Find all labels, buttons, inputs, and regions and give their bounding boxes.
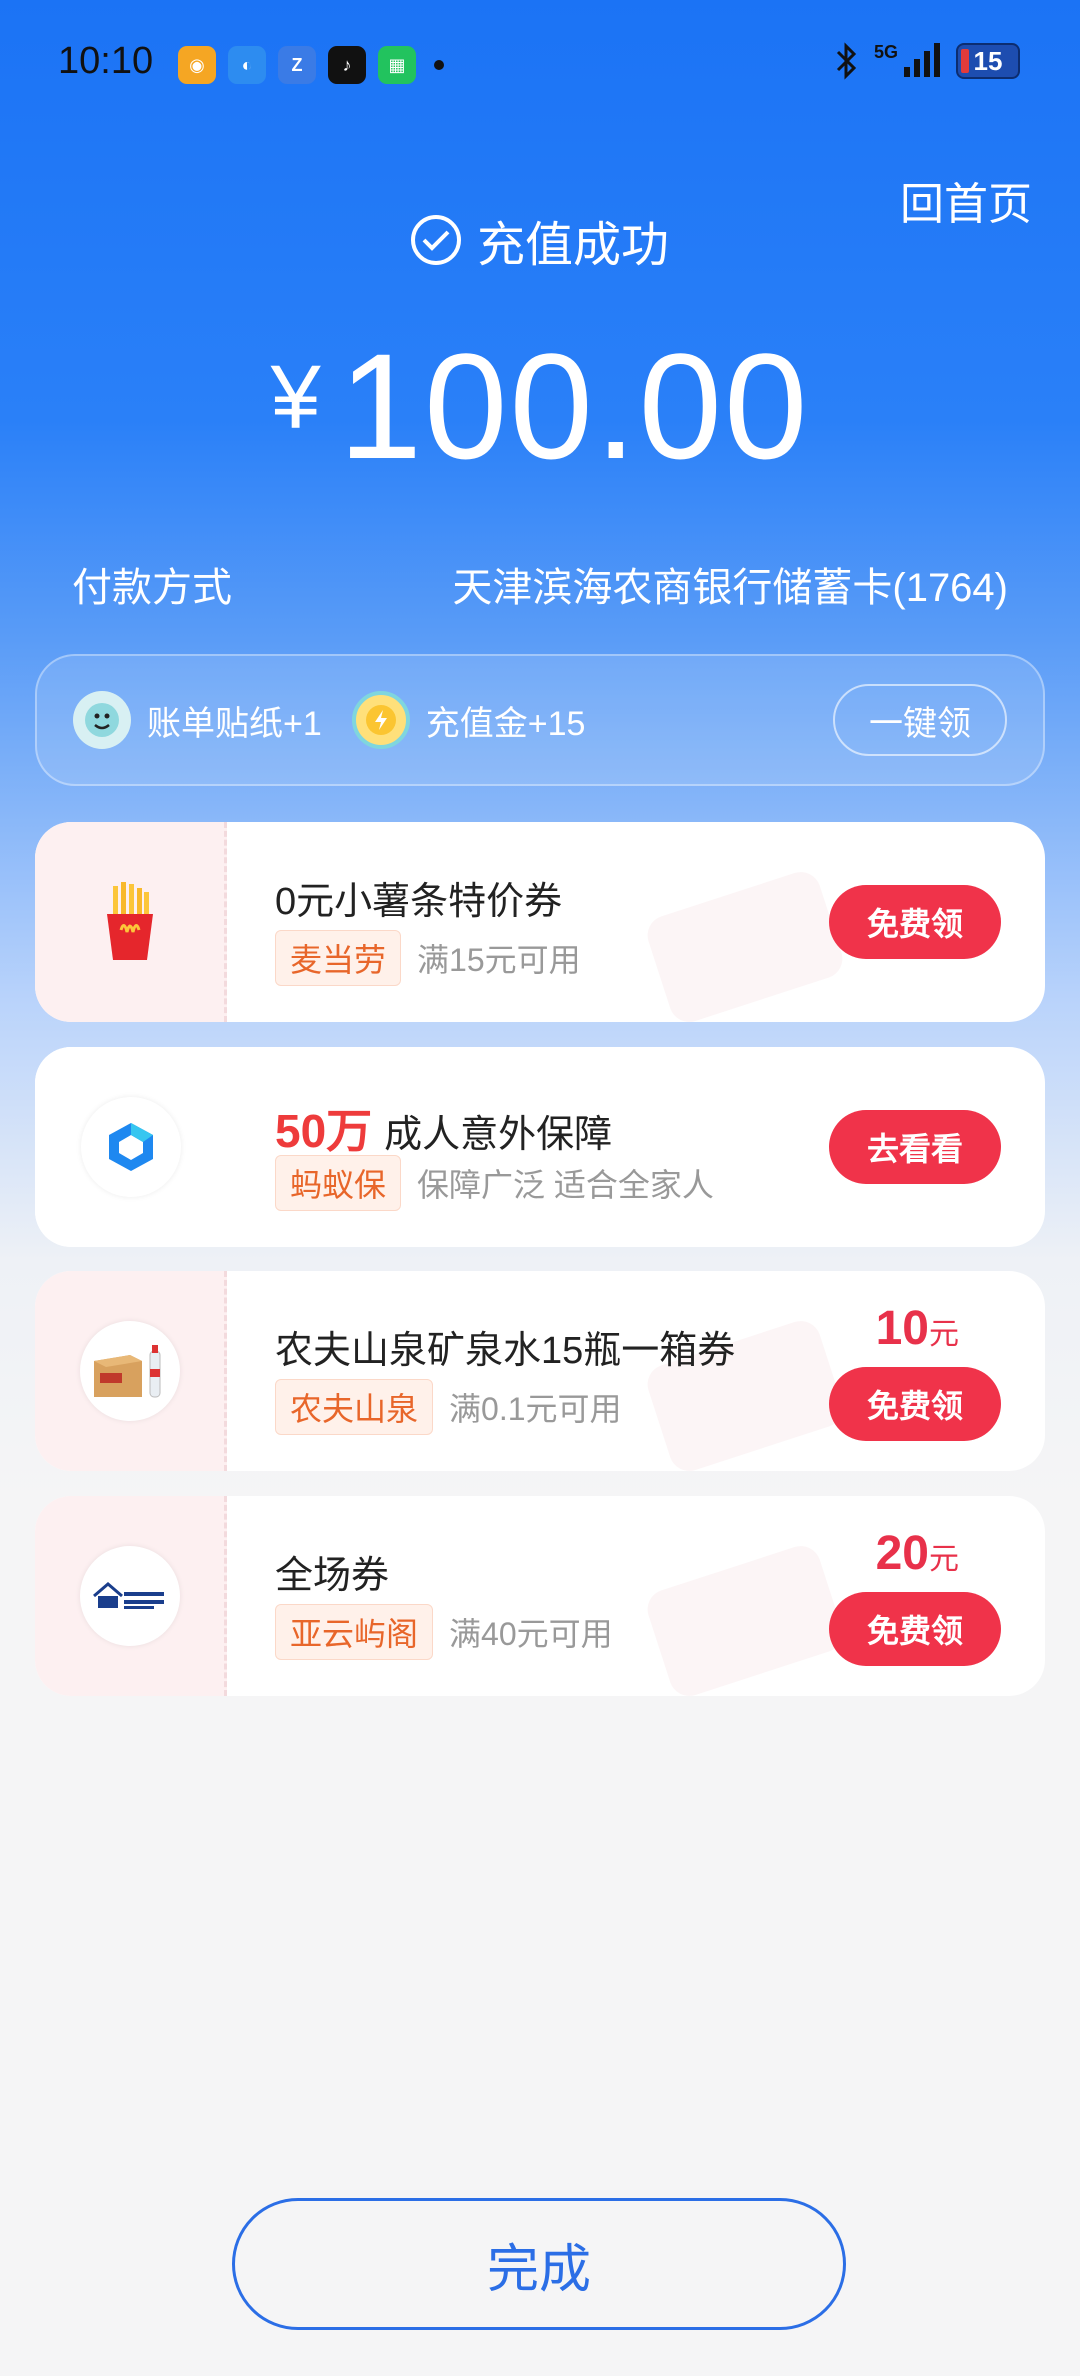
brand-tag: 蚂蚁保 xyxy=(275,1155,402,1211)
claim-button[interactable]: 免费领 xyxy=(829,885,1001,959)
coin-icon xyxy=(351,691,410,749)
reward-coin-text: 充值金+15 xyxy=(425,704,586,743)
payment-method: 天津滨海农商银行储蓄卡(1764) xyxy=(452,566,1008,610)
brand-tag: 农夫山泉 xyxy=(275,1379,434,1435)
decorative-ticket xyxy=(642,1540,848,1696)
coupon-amount: 20 xyxy=(875,1527,929,1580)
offer-title: 0元小薯条特价券 xyxy=(275,881,563,923)
browser-icon: ◐ xyxy=(228,46,266,84)
system-icons: 5G 15 xyxy=(834,42,1020,80)
coupon-unit: 元 xyxy=(929,1318,959,1351)
offer-title: 全场券 xyxy=(275,1555,390,1597)
coupon-unit: 元 xyxy=(929,1543,959,1576)
offer-meta: 蚂蚁保 保障广泛 适合全家人 xyxy=(275,1155,714,1211)
reward-sticker-text: 账单贴纸+1 xyxy=(147,704,322,743)
offer-title: 农夫山泉矿泉水15瓶一箱券 xyxy=(275,1330,736,1372)
check-circle-icon xyxy=(410,215,461,265)
coupon-amount: 10 xyxy=(875,1302,929,1355)
amount-value: 100.00 xyxy=(338,322,810,490)
offer-condition: 满15元可用 xyxy=(417,942,581,978)
battery-level: 15 xyxy=(973,45,1003,76)
brand-tag: 亚云屿阁 xyxy=(275,1604,434,1660)
success-banner: 充值成功 xyxy=(0,205,1080,275)
offer-card[interactable]: 0元小薯条特价券 麦当劳 满15元可用 免费领 xyxy=(35,822,1045,1022)
claim-all-button[interactable]: 一键领 xyxy=(833,684,1007,756)
coverage-amount: 50万 xyxy=(275,1105,373,1157)
more-dot-icon xyxy=(434,60,444,70)
notification-icons: ◉ ◐ Z ♪ ▦ xyxy=(178,46,444,84)
claim-button[interactable]: 免费领 xyxy=(829,1367,1001,1441)
brand-tag: 麦当劳 xyxy=(275,930,402,986)
water-box-logo xyxy=(79,1321,180,1421)
mcdonalds-fries-logo xyxy=(106,882,153,960)
coupon-value: 20元 xyxy=(876,1526,959,1581)
ant-insurance-logo xyxy=(81,1097,181,1197)
offer-card[interactable]: 全场券 亚云屿阁 满40元可用 20元 免费领 xyxy=(35,1496,1045,1696)
offer-meta: 麦当劳 满15元可用 xyxy=(275,930,581,986)
decorative-ticket xyxy=(642,866,848,1022)
offer-condition: 保障广泛 适合全家人 xyxy=(417,1167,714,1203)
offer-title: 50万 成人意外保障 xyxy=(275,1095,612,1161)
view-button[interactable]: 去看看 xyxy=(829,1110,1001,1184)
tiktok-icon: ♪ xyxy=(328,46,366,84)
payment-method-row: 付款方式 天津滨海农商银行储蓄卡(1764) xyxy=(72,555,1008,613)
offer-logo-area xyxy=(35,822,227,1022)
success-text: 充值成功 xyxy=(476,219,669,272)
signal-icon xyxy=(904,43,940,77)
offer-condition: 满0.1元可用 xyxy=(449,1391,622,1427)
coupon-value: 10元 xyxy=(876,1301,959,1356)
currency-symbol: ¥ xyxy=(270,348,321,448)
offer-logo-area xyxy=(35,1047,227,1247)
app-z-icon: Z xyxy=(278,46,316,84)
reward-bar: 账单贴纸+1 充值金+15 一键领 xyxy=(35,654,1045,786)
weibo-icon: ◉ xyxy=(178,46,216,84)
status-time: 10:10 xyxy=(58,40,154,82)
offer-meta: 亚云屿阁 满40元可用 xyxy=(275,1604,613,1660)
bluetooth-icon xyxy=(836,42,857,80)
payment-label: 付款方式 xyxy=(72,566,232,610)
green-app-icon: ▦ xyxy=(378,46,416,84)
sticker-icon xyxy=(73,691,131,749)
offer-card[interactable]: 50万 成人意外保障 蚂蚁保 保障广泛 适合全家人 去看看 xyxy=(35,1047,1045,1247)
amount-display: ¥100.00 xyxy=(0,320,1080,493)
battery-icon: 15 xyxy=(956,43,1020,79)
offer-condition: 满40元可用 xyxy=(449,1616,613,1652)
status-bar: 10:10 ◉ ◐ Z ♪ ▦ 5G 15 xyxy=(0,0,1080,130)
offer-logo-area xyxy=(35,1271,227,1471)
claim-button[interactable]: 免费领 xyxy=(829,1592,1001,1666)
yayunyuge-logo xyxy=(79,1546,180,1646)
done-button[interactable]: 完成 xyxy=(232,2198,846,2330)
offer-logo-area xyxy=(35,1496,227,1696)
network-label: 5G xyxy=(873,41,898,62)
offer-card[interactable]: 农夫山泉矿泉水15瓶一箱券 农夫山泉 满0.1元可用 10元 免费领 xyxy=(35,1271,1045,1471)
offer-title-text: 成人意外保障 xyxy=(384,1114,613,1156)
offer-meta: 农夫山泉 满0.1元可用 xyxy=(275,1379,622,1435)
